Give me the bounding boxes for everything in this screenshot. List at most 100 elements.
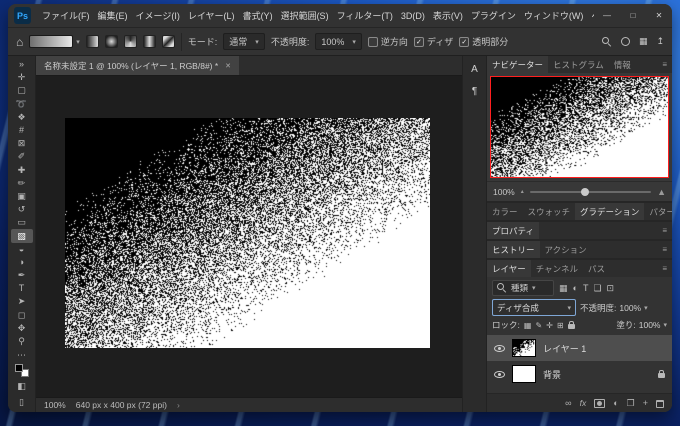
reverse-checkbox[interactable] <box>368 37 378 47</box>
color-swatches[interactable] <box>15 364 29 377</box>
tab-layers[interactable]: レイヤー <box>487 260 531 277</box>
lock-artboard-icon[interactable]: ⊞ <box>557 321 564 330</box>
crop-tool[interactable]: # <box>11 124 33 137</box>
tab-history[interactable]: ヒストリー <box>487 241 540 258</box>
pixel-filter-icon[interactable]: ▦ <box>559 283 568 294</box>
blend-mode-dropdown[interactable]: ディザ合成 ▾ <box>492 299 576 316</box>
tab-navigator[interactable]: ナビゲーター <box>487 56 548 73</box>
character-panel-icon[interactable]: A <box>466 61 484 78</box>
link-layers-icon[interactable]: ∞ <box>565 398 571 408</box>
angle-gradient-icon[interactable] <box>124 35 137 48</box>
maximize-button[interactable]: □ <box>620 4 646 27</box>
menu-file[interactable]: ファイル(F) <box>38 4 94 28</box>
brush-tool[interactable]: ✏ <box>11 177 33 190</box>
menu-3d[interactable]: 3D(D) <box>397 4 429 28</box>
tab-paths[interactable]: パス <box>583 260 610 277</box>
workspace-grid-icon[interactable]: ▦ <box>639 36 648 47</box>
share-icon[interactable]: ↥ <box>656 36 664 47</box>
menu-plugins[interactable]: プラグイン <box>467 4 520 28</box>
reflected-gradient-icon[interactable] <box>143 35 156 48</box>
diamond-gradient-icon[interactable] <box>162 35 175 48</box>
opacity-dropdown[interactable]: 100% ▾ <box>315 33 362 50</box>
tab-histogram[interactable]: ヒストグラム <box>548 56 609 73</box>
clone-stamp-tool[interactable]: ▣ <box>11 190 33 203</box>
zoom-out-icon[interactable]: ▴ <box>521 188 524 195</box>
tab-channels[interactable]: チャンネル <box>531 260 583 277</box>
panel-menu-icon[interactable]: ≡ <box>657 222 672 239</box>
radial-gradient-icon[interactable] <box>105 35 118 48</box>
layer-thumbnail[interactable] <box>512 365 536 383</box>
close-button[interactable]: ✕ <box>646 4 672 27</box>
panel-menu-icon[interactable]: ≡ <box>657 241 672 258</box>
marquee-tool[interactable]: ▢ <box>11 84 33 97</box>
zoom-tool[interactable]: ⚲ <box>11 335 33 348</box>
screen-mode-icon[interactable]: ▯ <box>11 395 33 409</box>
tab-gradients[interactable]: グラデーション <box>575 203 644 220</box>
gradient-preset-picker[interactable]: ▾ <box>29 35 80 48</box>
tab-color[interactable]: カラー <box>487 203 523 220</box>
delete-layer-icon[interactable] <box>656 400 664 408</box>
lock-pixels-icon[interactable]: ✎ <box>535 321 542 330</box>
dither-checkbox[interactable]: ✓ <box>414 37 424 47</box>
mode-dropdown[interactable]: 通常 ▾ <box>223 33 265 50</box>
lock-all-icon[interactable] <box>568 324 575 329</box>
menu-window[interactable]: ウィンドウ(W) <box>520 4 588 28</box>
menu-select[interactable]: 選択範囲(S) <box>277 4 333 28</box>
linear-gradient-icon[interactable] <box>86 35 99 48</box>
status-zoom-field[interactable]: 100% <box>44 400 66 410</box>
panel-menu-icon[interactable]: ≡ <box>657 56 672 73</box>
layer-mask-icon[interactable] <box>594 399 605 408</box>
layer-row-background[interactable]: 背景 <box>487 361 672 387</box>
type-filter-icon[interactable]: T <box>583 283 589 293</box>
navigator-zoom-slider[interactable] <box>530 191 651 193</box>
eyedropper-tool[interactable]: ✐ <box>11 150 33 163</box>
quick-mask-icon[interactable]: ◧ <box>11 379 33 393</box>
layer-name[interactable]: レイヤー 1 <box>543 342 586 355</box>
foreground-color-swatch[interactable] <box>15 364 23 372</box>
menu-help[interactable]: ヘルプ(H) <box>587 4 594 28</box>
tab-close-icon[interactable]: ✕ <box>225 62 231 70</box>
layer-style-icon[interactable]: fx <box>580 398 587 408</box>
spot-healing-tool[interactable]: ✚ <box>11 164 33 177</box>
edit-toolbar-icon[interactable]: ⋯ <box>11 348 33 362</box>
dodge-tool[interactable]: ◑ <box>11 256 33 269</box>
minimize-button[interactable]: — <box>594 4 620 27</box>
frame-tool[interactable]: ⊠ <box>11 137 33 150</box>
tab-actions[interactable]: アクション <box>540 241 592 258</box>
adjustment-filter-icon[interactable]: ◐ <box>573 283 578 293</box>
shape-filter-icon[interactable]: ❏ <box>593 283 601 294</box>
paragraph-panel-icon[interactable]: ¶ <box>466 83 484 100</box>
visibility-eye-icon[interactable] <box>494 371 505 378</box>
layer-name[interactable]: 背景 <box>543 368 561 381</box>
menu-type[interactable]: 書式(Y) <box>239 4 277 28</box>
menu-image[interactable]: イメージ(I) <box>132 4 184 28</box>
dither-checkbox-group[interactable]: ✓ ディザ <box>414 35 453 48</box>
eraser-tool[interactable]: ▭ <box>11 216 33 229</box>
transparency-checkbox[interactable]: ✓ <box>459 37 469 47</box>
layer-row-layer-1[interactable]: レイヤー 1 <box>487 335 672 361</box>
document-canvas[interactable] <box>65 118 430 348</box>
menu-layer[interactable]: レイヤー(L) <box>184 4 239 28</box>
layer-filter-dropdown[interactable]: 種類 ▾ <box>492 280 554 296</box>
menu-edit[interactable]: 編集(E) <box>94 4 132 28</box>
zoom-in-icon[interactable]: ▲ <box>657 187 666 197</box>
layer-thumbnail[interactable] <box>512 339 536 357</box>
toolbar-collapse-icon[interactable]: » <box>11 58 33 71</box>
visibility-eye-icon[interactable] <box>494 345 505 352</box>
pen-tool[interactable]: ✒ <box>11 269 33 282</box>
new-group-icon[interactable]: ❐ <box>627 398 635 409</box>
smart-object-filter-icon[interactable]: ⊡ <box>607 283 615 294</box>
document-tab[interactable]: 名称未設定 1 @ 100% (レイヤー 1, RGB/8#) * ✕ <box>36 56 239 75</box>
type-tool[interactable]: T <box>11 282 33 295</box>
menu-view[interactable]: 表示(V) <box>429 4 467 28</box>
lasso-tool[interactable]: ➰ <box>11 98 33 111</box>
chevron-right-icon[interactable]: › <box>177 400 180 410</box>
tab-info[interactable]: 情報 <box>609 56 636 73</box>
adjustment-layer-icon[interactable]: ◐ <box>613 398 618 408</box>
blur-tool[interactable]: ◒ <box>11 243 33 256</box>
tab-properties[interactable]: プロパティ <box>487 222 539 239</box>
shape-tool[interactable]: ◻ <box>11 309 33 322</box>
tab-swatches[interactable]: スウォッチ <box>523 203 576 220</box>
transparency-checkbox-group[interactable]: ✓ 透明部分 <box>459 35 508 48</box>
slider-thumb[interactable] <box>581 188 589 196</box>
